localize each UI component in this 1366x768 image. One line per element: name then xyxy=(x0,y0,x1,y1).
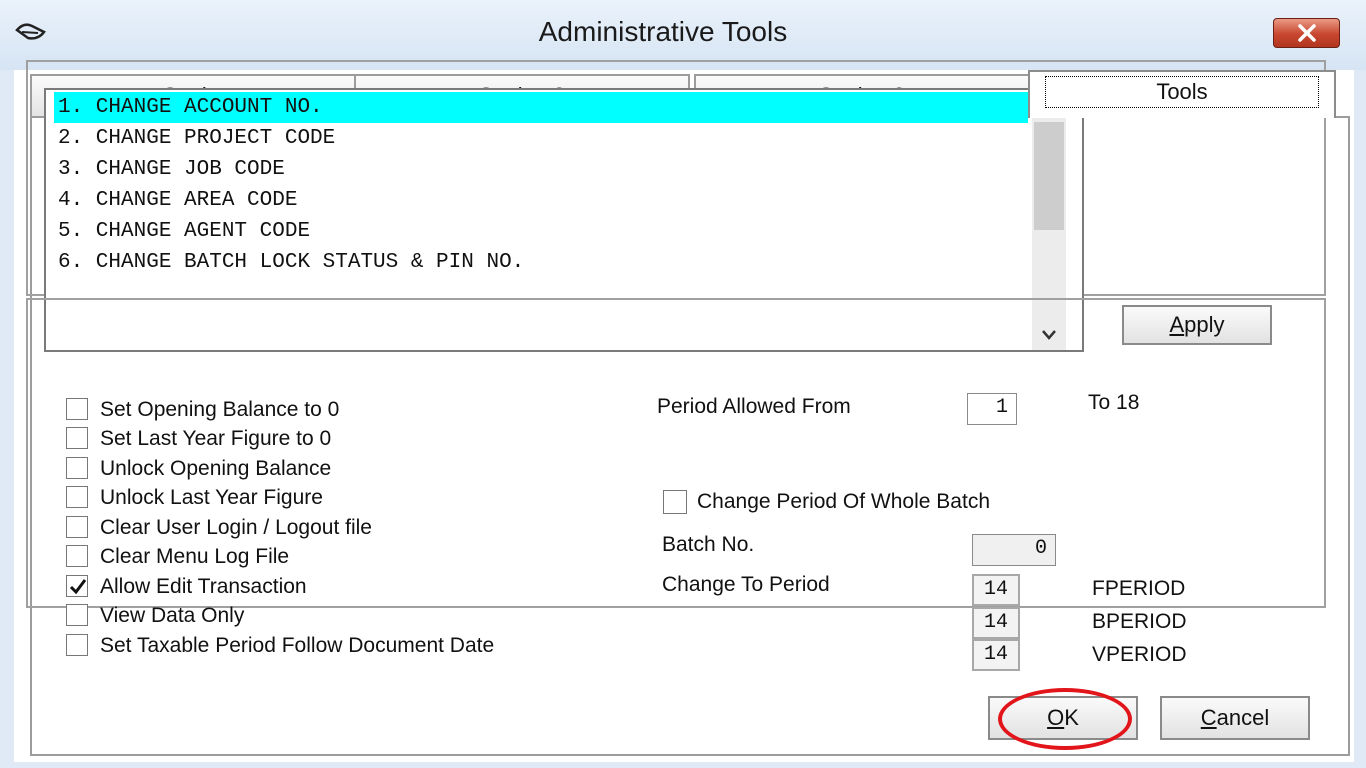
checkbox[interactable] xyxy=(66,398,88,420)
list-item[interactable]: 6. CHANGE BATCH LOCK STATUS & PIN NO. xyxy=(54,247,1028,278)
close-icon xyxy=(1298,24,1316,42)
cancel-mnemonic: C xyxy=(1200,705,1217,730)
checkbox-label: Unlock Opening Balance xyxy=(100,457,332,480)
checkbox-label: Allow Edit Transaction xyxy=(100,575,307,598)
checkbox[interactable] xyxy=(66,545,88,567)
list-item[interactable]: 2. CHANGE PROJECT CODE xyxy=(54,123,1028,154)
checkbox[interactable] xyxy=(66,634,88,656)
fperiod-input[interactable]: 14 xyxy=(972,574,1020,606)
vperiod-input[interactable]: 14 xyxy=(972,639,1020,671)
scroll-thumb[interactable] xyxy=(1034,122,1064,230)
vperiod-label: VPERIOD xyxy=(1092,643,1187,666)
checkbox[interactable] xyxy=(66,486,88,508)
batch-no-label: Batch No. xyxy=(662,533,755,556)
window-title: Administrative Tools xyxy=(538,16,788,47)
checkbox[interactable] xyxy=(66,516,88,538)
tab-label: Tools xyxy=(1045,76,1319,108)
fperiod-label: FPERIOD xyxy=(1092,577,1186,600)
list-item[interactable]: 1. CHANGE ACCOUNT NO. xyxy=(54,92,1028,123)
period-from-input[interactable]: 1 xyxy=(967,393,1017,425)
checkbox[interactable] xyxy=(66,604,88,626)
checkbox[interactable] xyxy=(66,457,88,479)
ok-button[interactable]: OK xyxy=(988,696,1138,740)
checkbox-label: Set Last Year Figure to 0 xyxy=(100,427,332,450)
period-allowed-from-label: Period Allowed From xyxy=(657,395,851,418)
checkbox-label: Set Taxable Period Follow Document Date xyxy=(100,634,495,657)
checkbox-label: Change Period Of Whole Batch xyxy=(697,490,990,513)
checkbox[interactable] xyxy=(66,575,88,597)
list-item[interactable]: 5. CHANGE AGENT CODE xyxy=(54,216,1028,247)
admin-tools-window: Administrative Tools Setting Setting 2 S… xyxy=(0,0,1366,768)
checkbox[interactable] xyxy=(66,427,88,449)
checkbox-label: Clear User Login / Logout file xyxy=(100,516,372,539)
list-item[interactable]: 4. CHANGE AREA CODE xyxy=(54,185,1028,216)
cancel-label: ancel xyxy=(1216,705,1270,730)
tab-tools[interactable]: Tools xyxy=(1028,70,1336,118)
cancel-button[interactable]: Cancel xyxy=(1160,696,1310,740)
bperiod-input[interactable]: 14 xyxy=(972,607,1020,639)
checkbox-label: Clear Menu Log File xyxy=(100,545,290,568)
period-to-label: To 18 xyxy=(1088,391,1140,414)
checkbox-label: Set Opening Balance to 0 xyxy=(100,398,340,421)
checkbox-label: View Data Only xyxy=(100,604,245,627)
batch-no-input[interactable]: 0 xyxy=(972,534,1056,566)
list-item[interactable]: 3. CHANGE JOB CODE xyxy=(54,154,1028,185)
ok-label: K xyxy=(1064,705,1079,730)
checkmark-icon xyxy=(69,579,87,595)
bperiod-label: BPERIOD xyxy=(1092,610,1187,633)
ok-mnemonic: O xyxy=(1047,705,1065,730)
close-button[interactable] xyxy=(1273,18,1340,48)
checkbox[interactable] xyxy=(663,490,687,514)
change-to-period-label: Change To Period xyxy=(662,573,830,596)
checkbox-label: Unlock Last Year Figure xyxy=(100,486,323,509)
